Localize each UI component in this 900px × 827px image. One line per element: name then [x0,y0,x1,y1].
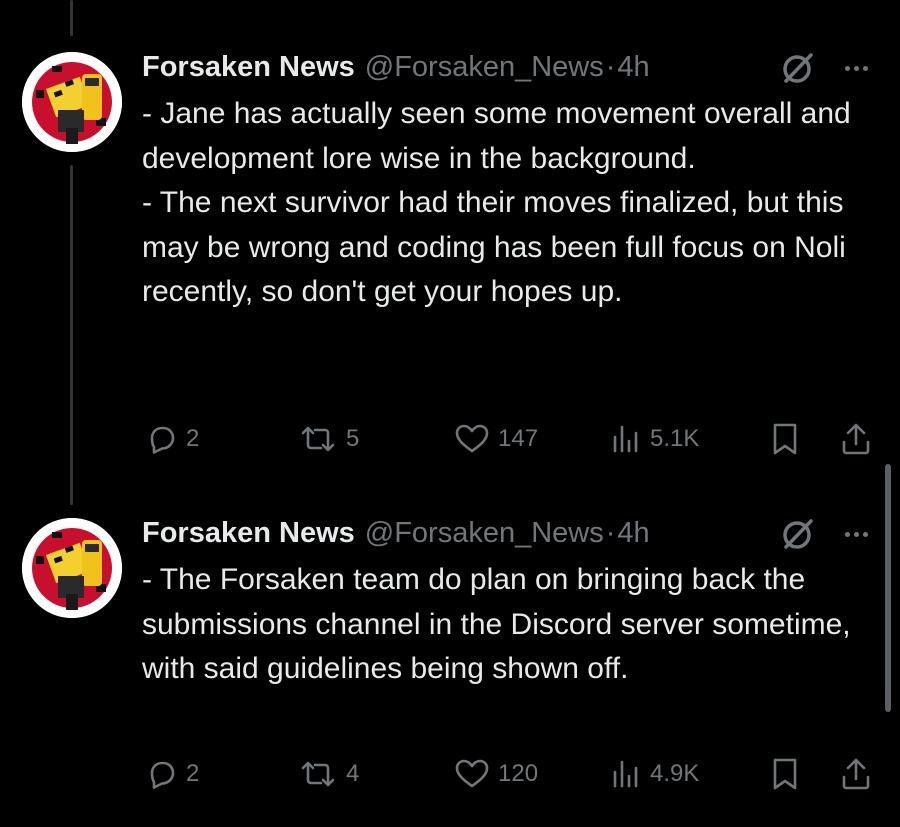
share-icon [842,758,870,790]
reply-count: 2 [186,760,200,787]
post-header: Forsaken News @Forsaken_News · 4h [142,515,650,551]
post-line: - The Forsaken team do plan on bringing … [142,563,851,685]
views-count: 4.9K [650,760,700,787]
views-button[interactable]: 4.9K [610,754,699,794]
share-button[interactable] [840,754,872,794]
scrollbar[interactable] [885,464,891,712]
bookmark-icon [773,758,797,790]
repost-count: 4 [346,760,360,787]
like-icon [455,759,489,788]
separator-dot: · [605,516,616,549]
like-count: 120 [498,760,539,787]
like-button[interactable]: 120 [454,754,538,794]
post-2[interactable]: Forsaken News @Forsaken_News · 4h - The … [0,0,900,827]
avatar[interactable] [22,518,122,618]
author-name[interactable]: Forsaken News [142,517,355,550]
repost-button[interactable]: 4 [298,754,359,794]
repost-icon [301,761,335,787]
reply-button[interactable]: 2 [146,754,199,794]
bookmark-button[interactable] [770,754,800,794]
more-icon[interactable] [836,516,876,552]
post-text: - The Forsaken team do plan on bringing … [142,558,882,692]
grok-icon[interactable] [780,516,816,552]
action-bar: 2 4 120 4.9K [0,754,900,794]
post-time[interactable]: 4h [617,517,649,550]
reply-icon [150,761,175,789]
views-icon [613,760,638,788]
author-handle[interactable]: @Forsaken_News [365,517,604,550]
